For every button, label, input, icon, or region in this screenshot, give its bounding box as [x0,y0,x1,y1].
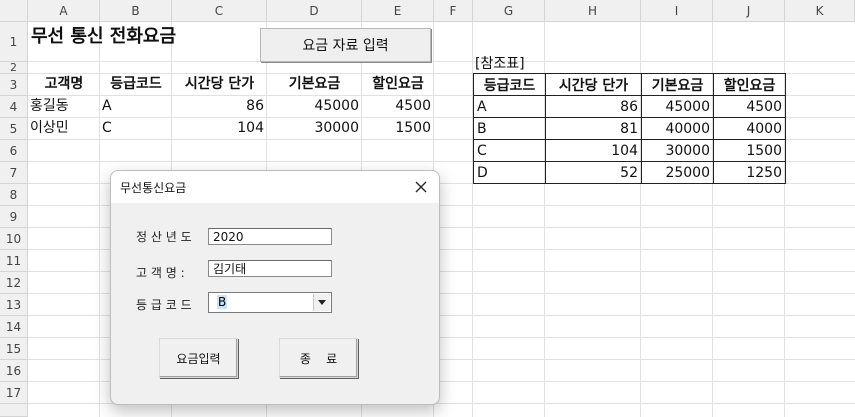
ref-cell[interactable]: 52 [545,161,642,184]
row-header-1[interactable]: 1 [0,22,28,62]
cell-b4[interactable]: A [102,96,112,116]
column-header-e[interactable]: E [362,0,434,22]
enter-rate-data-button[interactable]: 요금 자료 입력 [260,28,431,62]
table-row: A 86 45000 4500 [473,95,786,118]
ref-header-grade-code: 등급코드 [473,73,546,96]
reference-header-row: 등급코드 시간당 단가 기본요금 할인요금 [473,73,786,96]
ref-cell[interactable]: 40000 [641,117,714,140]
chevron-down-icon[interactable] [313,294,330,311]
ref-cell[interactable]: 4000 [713,117,786,140]
header-grade-code: 등급코드 [110,76,162,92]
row-header-16[interactable]: 16 [0,360,28,382]
sheet-title: 무선 통신 전화요금 [31,26,177,47]
grade-code-select[interactable]: B [208,292,332,313]
cell-c5[interactable]: 104 [172,118,264,138]
cell-c4[interactable]: 86 [172,96,264,116]
submit-rate-button[interactable]: 요금입력 [159,338,238,378]
row-header-9[interactable]: 9 [0,206,28,228]
row-header-13[interactable]: 13 [0,294,28,316]
spreadsheet: A B C D E F G H I J K 1 2 3 4 5 6 7 8 9 … [0,0,855,417]
ref-cell[interactable]: 81 [545,117,642,140]
year-label: 정 산 년 도 [136,230,192,244]
header-base-fee: 기본요금 [288,76,341,92]
header-customer-name: 고객명 [44,76,84,92]
table-row: B 81 40000 4000 [473,117,786,140]
ref-header-base-fee: 기본요금 [641,73,714,96]
ref-cell[interactable]: C [473,139,546,162]
column-header-k[interactable]: K [785,0,855,22]
table-row: C 104 30000 1500 [473,139,786,162]
select-all-corner[interactable] [0,0,28,22]
row-header-18[interactable] [0,404,28,417]
ref-cell[interactable]: 45000 [641,95,714,118]
row-header-2[interactable]: 2 [0,61,28,74]
row-header-14[interactable]: 14 [0,316,28,338]
row-header-15[interactable]: 15 [0,338,28,360]
column-header-j[interactable]: J [713,0,785,22]
ref-cell[interactable]: 86 [545,95,642,118]
row-header-12[interactable]: 12 [0,272,28,294]
dialog-titlebar[interactable]: 무선통신요금 [111,171,439,203]
ref-cell[interactable]: 104 [545,139,642,162]
ref-header-unit-price: 시간당 단가 [545,73,642,96]
dialog-title: 무선통신요금 [120,181,187,195]
ref-cell[interactable]: 4500 [713,95,786,118]
ref-cell[interactable]: 25000 [641,161,714,184]
customer-name-label: 고 객 명 : [136,266,185,280]
header-discount-fee: 할인요금 [372,76,424,92]
year-input[interactable]: 2020 [208,228,332,245]
ref-cell[interactable]: D [473,161,546,184]
close-icon[interactable] [411,177,431,197]
reference-caption: [참조표] [475,56,525,72]
ref-cell[interactable]: 30000 [641,139,714,162]
cell-a4[interactable]: 홍길동 [30,96,69,116]
ref-cell[interactable]: B [473,117,546,140]
row-header-11[interactable]: 11 [0,250,28,272]
row-header-5[interactable]: 5 [0,118,28,140]
grade-code-label: 등 급 코 드 [136,298,192,312]
column-header-g[interactable]: G [473,0,545,22]
cell-e5[interactable]: 1500 [362,118,431,138]
cell-e4[interactable]: 4500 [362,96,431,116]
customer-name-input[interactable]: 김기태 [208,260,332,277]
exit-button[interactable]: 종 료 [279,338,358,378]
row-header-10[interactable]: 10 [0,228,28,250]
cell-d4[interactable]: 45000 [267,96,359,116]
cell-b5[interactable]: C [102,118,112,138]
cell-d5[interactable]: 30000 [267,118,359,138]
row-header-7[interactable]: 7 [0,162,28,184]
column-header-c[interactable]: C [172,0,267,22]
ref-header-discount-fee: 할인요금 [713,73,786,96]
ref-cell[interactable]: 1500 [713,139,786,162]
table-row: D 52 25000 1250 [473,161,786,184]
column-header-f[interactable]: F [434,0,473,22]
column-header-i[interactable]: I [641,0,713,22]
column-header-b[interactable]: B [100,0,172,22]
grade-code-selected-value: B [217,295,228,309]
header-unit-price: 시간당 단가 [184,76,255,92]
row-header-17[interactable]: 17 [0,382,28,404]
ref-cell[interactable]: A [473,95,546,118]
reference-table: 등급코드 시간당 단가 기본요금 할인요금 A 86 45000 4500 B … [473,73,786,184]
row-header-6[interactable]: 6 [0,140,28,162]
column-header-a[interactable]: A [28,0,100,22]
column-header-h[interactable]: H [545,0,641,22]
row-header-4[interactable]: 4 [0,96,28,118]
row-header-8[interactable]: 8 [0,184,28,206]
column-header-d[interactable]: D [267,0,362,22]
row-header-3[interactable]: 3 [0,74,28,96]
cell-a5[interactable]: 이상민 [30,118,69,138]
rate-dialog: 무선통신요금 정 산 년 도 2020 고 객 명 : 김기태 등 급 코 드 … [110,170,440,405]
ref-cell[interactable]: 1250 [713,161,786,184]
